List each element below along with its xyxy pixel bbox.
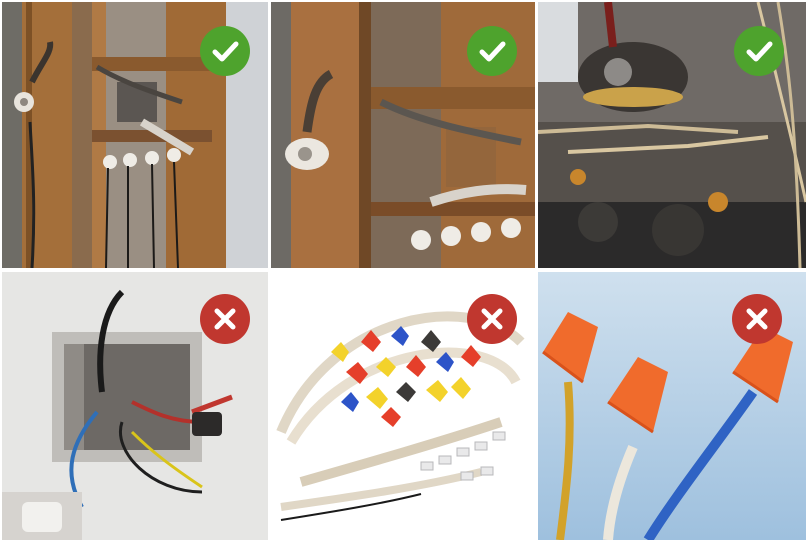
photo-knob-and-tube-closeup <box>271 2 535 268</box>
x-mark-icon <box>481 308 503 330</box>
photo-junction-box <box>2 272 268 540</box>
photo-wire-nut-connectors <box>538 272 806 540</box>
checkmark-icon <box>746 41 773 62</box>
x-mark-icon <box>746 308 768 330</box>
comparison-grid <box>0 0 808 542</box>
approved-badge <box>734 26 784 76</box>
photo-knob-and-tube-wall <box>2 2 268 268</box>
approved-badge <box>467 26 517 76</box>
photo-vintage-terminal <box>538 2 806 268</box>
checkmark-icon <box>479 41 506 62</box>
rejected-badge <box>200 294 250 344</box>
x-mark-icon <box>214 308 236 330</box>
approved-badge <box>200 26 250 76</box>
checkmark-icon <box>212 41 239 62</box>
rejected-badge <box>732 294 782 344</box>
photo-cable-and-wire-nuts <box>271 272 535 540</box>
rejected-badge <box>467 294 517 344</box>
